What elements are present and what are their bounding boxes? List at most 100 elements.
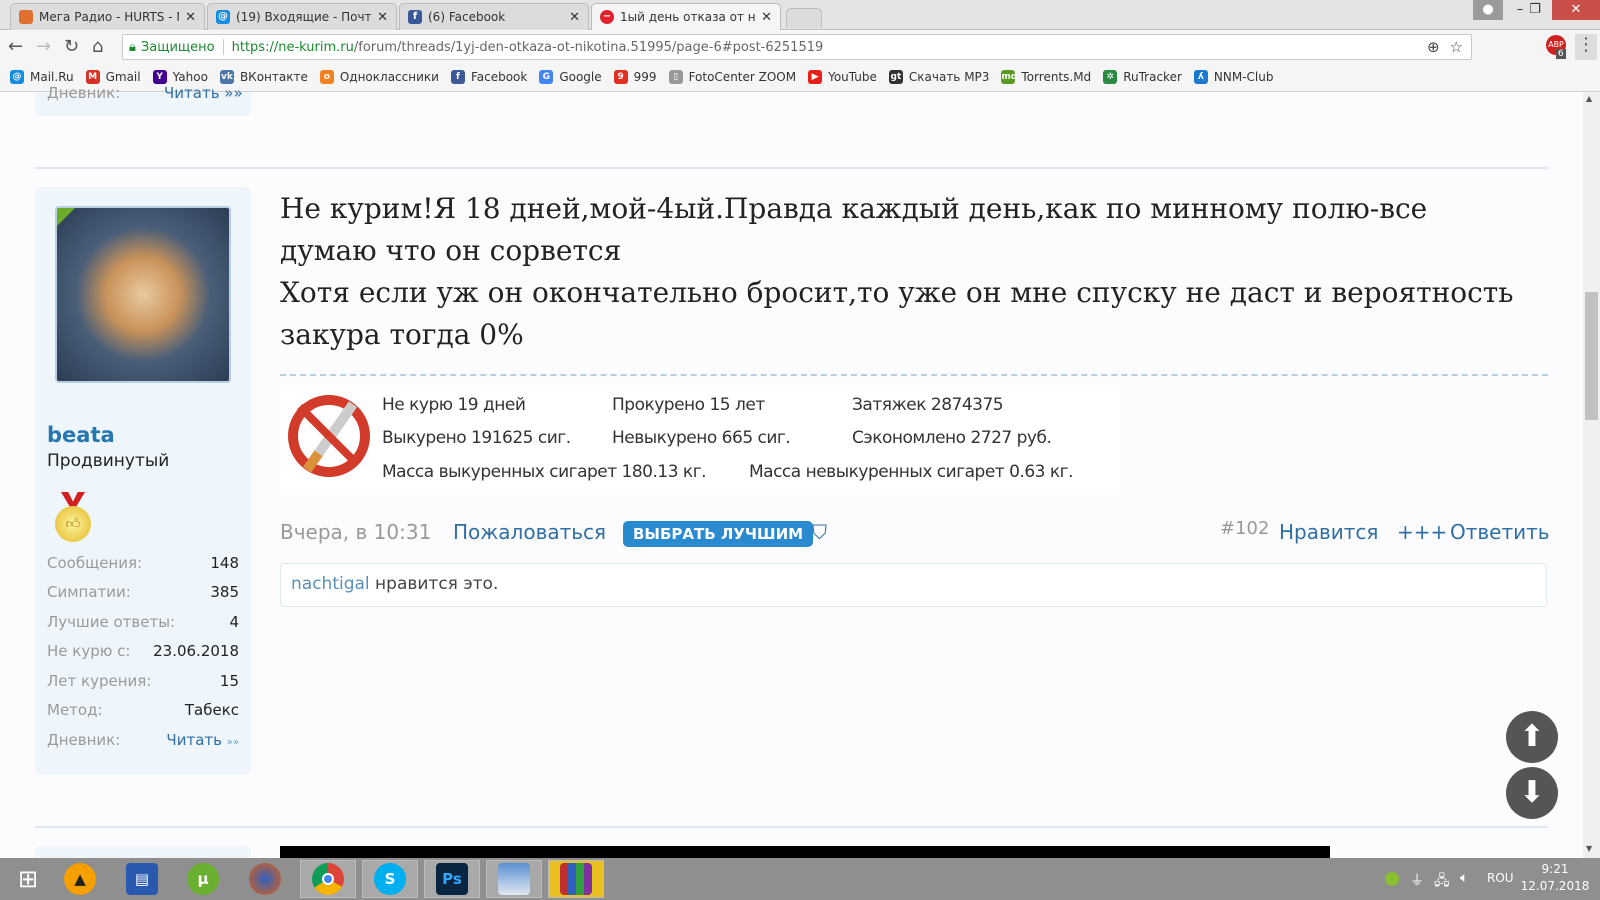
nnm-icon: ʎ — [1193, 70, 1208, 84]
scrollbar[interactable]: ▲ ▼ — [1583, 92, 1600, 858]
tab-title: (19) Входящие - Почта М — [236, 10, 372, 24]
zoom-icon[interactable]: ⊕ — [1427, 38, 1440, 56]
back-icon[interactable]: ← — [8, 36, 23, 57]
clock-time[interactable]: 9:21 — [1530, 862, 1580, 876]
profile-icon[interactable]: ● — [1473, 0, 1503, 20]
bookmark-icon[interactable]: ⛉ — [812, 520, 827, 544]
liker-link[interactable]: nachtigal — [291, 574, 370, 594]
diary-link[interactable]: Читать »» — [164, 84, 243, 102]
start-button[interactable]: ⊞ — [0, 860, 56, 898]
tab-mail[interactable]: @ (19) Входящие - Почта М ✕ — [207, 3, 397, 30]
taskbar-chrome[interactable] — [300, 860, 356, 898]
bookmark-скачать-mp3[interactable]: gt Скачать MP3 — [888, 70, 990, 84]
scrollbar-thumb[interactable] — [1585, 292, 1598, 420]
bookmark-999[interactable]: 9 999 — [613, 70, 657, 84]
bookmark-mail-ru[interactable]: @ Mail.Ru — [10, 70, 74, 84]
taskbar: ⊞ ▲ ▤ µ S Ps ⏚ 🖧︎ 🔈︎ ROU 9:21 12.07.2018 — [0, 858, 1600, 900]
smoked-years: Прокурено 15 лет — [612, 395, 765, 415]
stat-diary: Дневник: Читать »» — [47, 731, 239, 749]
bookmark-gmail[interactable]: M Gmail — [85, 70, 141, 84]
bookmark-label: RuTracker — [1123, 70, 1182, 84]
signature-divider — [280, 374, 1548, 376]
new-tab-button[interactable] — [786, 8, 822, 28]
post-separator — [35, 167, 1548, 169]
post-separator — [35, 826, 1548, 828]
winrar-icon — [560, 863, 592, 895]
bookmark-youtube[interactable]: ▶ YouTube — [808, 70, 877, 84]
stat-messages: Сообщения: 148 — [47, 554, 239, 572]
page-icon: ▯ — [668, 70, 683, 84]
bookmark-label: Скачать MP3 — [908, 70, 990, 84]
close-tab-icon[interactable]: ✕ — [377, 10, 388, 25]
bookmark-facebook[interactable]: f Facebook — [450, 70, 527, 84]
plus-link[interactable]: +++ — [1397, 520, 1447, 544]
radio-icon — [19, 10, 33, 24]
menu-icon[interactable]: ⋮ — [1575, 34, 1597, 60]
taskbar-avast[interactable]: ▲ — [52, 860, 108, 898]
close-tab-icon[interactable]: ✕ — [185, 10, 196, 25]
close-tab-icon[interactable]: ✕ — [569, 10, 580, 25]
taskbar-firefox[interactable] — [237, 860, 293, 898]
address-bar[interactable]: 🔒︎ Защищено https://ne-kurim.ru /forum/t… — [122, 34, 1472, 60]
tab-forum[interactable]: − 1ый день отказа от нико ✕ — [591, 3, 781, 30]
next-post-media — [280, 846, 1330, 858]
post-message: Не курим!Я 18 дней,мой-4ый.Правда каждый… — [280, 192, 1514, 351]
diary-link[interactable]: Читать — [166, 731, 222, 749]
taskbar-photoshop[interactable]: Ps — [424, 860, 480, 898]
scroll-down-button[interactable]: ⬇ — [1506, 767, 1558, 819]
mass-not-smoked: Масса невыкуренных сигарет 0.63 кг. — [749, 462, 1073, 482]
avatar[interactable] — [55, 206, 231, 383]
post-timestamp[interactable]: Вчера, в 10:31 — [280, 520, 431, 544]
bookmark-label: Yahoo — [172, 70, 208, 84]
no-entry-icon: − — [600, 10, 614, 24]
user-rank: Продвинутый — [47, 451, 170, 471]
taskbar-photos[interactable] — [486, 860, 542, 898]
yahoo-icon: Y — [152, 70, 167, 84]
tab-title: (6) Facebook — [428, 10, 506, 24]
bookmark-одноклассники[interactable]: o Одноклассники — [319, 70, 439, 84]
medal-icon: 👍︎ — [53, 492, 93, 542]
user-info-sidebar: beata Продвинутый 👍︎ Сообщения: 148 Симпа… — [35, 187, 251, 775]
clock-date[interactable]: 12.07.2018 — [1520, 879, 1590, 893]
scroll-up-button[interactable]: ⬆ — [1506, 711, 1558, 763]
taskbar-winrar[interactable] — [548, 860, 604, 898]
tray-security-icon[interactable] — [1385, 872, 1399, 886]
floppy-icon: ▤ — [126, 863, 158, 895]
facebook-icon: f — [450, 70, 465, 84]
post-number[interactable]: #102 — [1220, 518, 1269, 539]
reply-link[interactable]: Ответить — [1450, 520, 1550, 544]
reload-icon[interactable]: ↻ — [64, 36, 79, 57]
taskbar-skype[interactable]: S — [362, 860, 418, 898]
bookmark-вконтакте[interactable]: vk ВКонтакте — [219, 70, 308, 84]
tray-volume-icon[interactable]: 🔈︎ — [1460, 870, 1468, 886]
taskbar-save[interactable]: ▤ — [114, 860, 170, 898]
taskbar-utorrent[interactable]: µ — [175, 860, 231, 898]
report-link[interactable]: Пожаловаться — [453, 520, 606, 544]
bookmark-torrents-md[interactable]: md Torrents.Md — [1001, 70, 1091, 84]
tab-mega-radio[interactable]: Мега Радио - HURTS - N ✕ — [10, 3, 205, 30]
choose-best-button[interactable]: ВЫБРАТЬ ЛУЧШИМ — [623, 521, 814, 547]
bookmark-label: Google — [559, 70, 602, 84]
forward-icon[interactable]: → — [36, 36, 51, 57]
lock-icon: 🔒︎ — [129, 39, 136, 55]
close-window-button[interactable]: ✕ — [1552, 0, 1600, 20]
close-tab-icon[interactable]: ✕ — [761, 10, 772, 25]
bookmark-rutracker[interactable]: ✲ RuTracker — [1103, 70, 1182, 84]
bookmark-google[interactable]: G Google — [539, 70, 602, 84]
bookmark-yahoo[interactable]: Y Yahoo — [152, 70, 208, 84]
username-link[interactable]: beata — [47, 423, 115, 447]
language-indicator[interactable]: ROU — [1487, 871, 1514, 885]
tray-usb-icon[interactable]: ⏚ — [1410, 870, 1424, 890]
bookmark-label: Gmail — [105, 70, 141, 84]
restore-button[interactable]: ❐ — [1520, 0, 1550, 20]
tab-facebook[interactable]: f (6) Facebook ✕ — [399, 3, 589, 30]
star-icon[interactable]: ☆ — [1450, 38, 1463, 56]
tab-title: 1ый день отказа от нико — [620, 10, 756, 24]
smoked-cigarettes: Выкурено 191625 сиг. — [382, 428, 571, 448]
like-link[interactable]: Нравится — [1279, 520, 1378, 544]
tray-network-icon[interactable]: 🖧︎ — [1434, 870, 1450, 894]
bookmark-fotocenter-zoom[interactable]: ▯ FotoCenter ZOOM — [668, 70, 796, 84]
bookmark-nnm-club[interactable]: ʎ NNM-Club — [1193, 70, 1273, 84]
avast-icon: ▲ — [64, 863, 96, 895]
home-icon[interactable]: ⌂ — [92, 36, 103, 57]
